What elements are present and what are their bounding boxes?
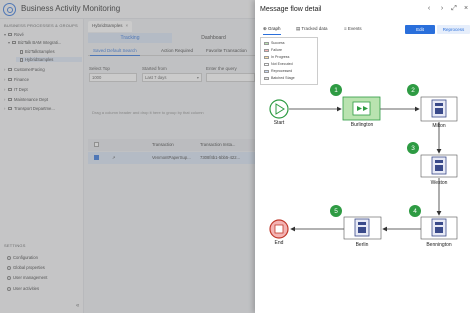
node-weston[interactable]	[420, 154, 458, 178]
node-burlington[interactable]	[342, 96, 381, 121]
step-badge-3: 3	[407, 142, 419, 154]
step-badge-5: 5	[330, 205, 342, 217]
svg-text:4: 4	[413, 208, 417, 215]
svg-text:1: 1	[334, 87, 338, 94]
node-berlin[interactable]	[343, 216, 382, 240]
modal-overlay[interactable]	[0, 0, 255, 313]
svg-text:5: 5	[334, 208, 338, 215]
node-start[interactable]	[269, 99, 289, 119]
node-label-start: Start	[274, 120, 285, 126]
node-label-burlington: Burlington	[351, 122, 374, 128]
step-badge-4: 4	[409, 205, 421, 217]
node-label-berlin: Berlin	[356, 242, 369, 248]
message-flow-graph: Start Burlington Milton Weston Benningto…	[269, 84, 458, 248]
node-label-bennington: Bennington	[426, 242, 452, 248]
node-label-end: End	[275, 240, 284, 246]
node-end[interactable]	[269, 219, 289, 239]
svg-text:2: 2	[411, 87, 415, 94]
message-flow-detail-panel: Message flow detail ‹ › ⤢ × ⊕ Graph ▤ Tr…	[255, 0, 474, 313]
node-label-milton: Milton	[432, 123, 446, 129]
node-milton[interactable]	[420, 96, 458, 122]
node-label-weston: Weston	[431, 180, 448, 186]
step-badge-2: 2	[407, 84, 419, 96]
node-bennington[interactable]	[420, 216, 458, 240]
step-badge-1: 1	[330, 84, 342, 96]
svg-text:3: 3	[411, 145, 415, 152]
